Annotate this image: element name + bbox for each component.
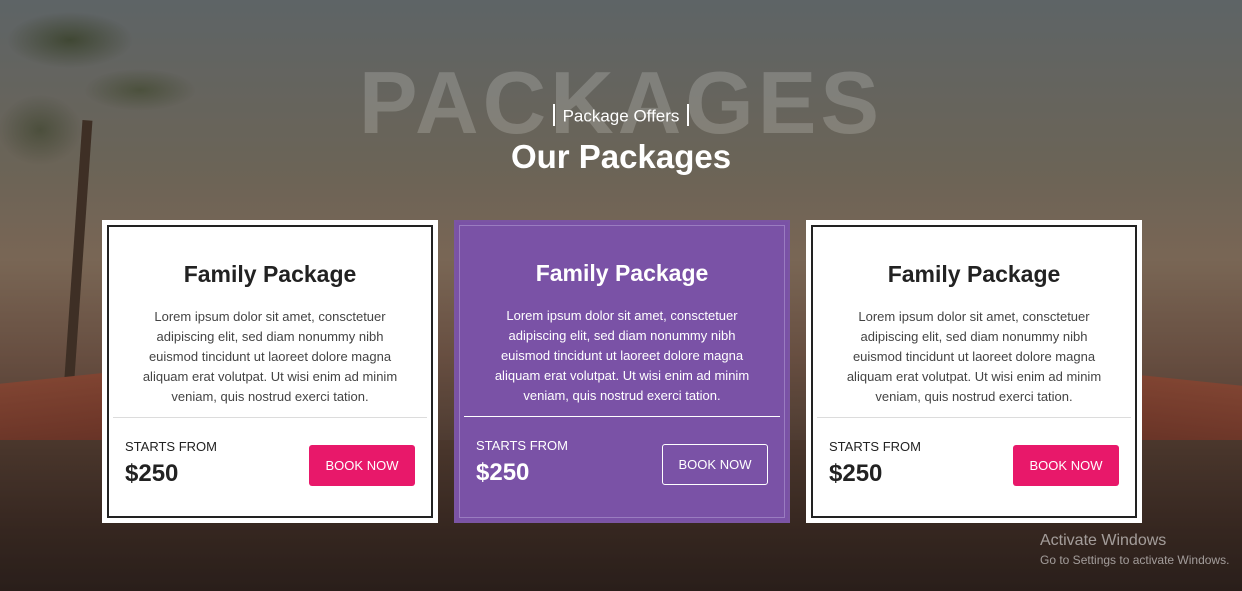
- section-title: Our Packages: [510, 138, 732, 175]
- package-card-inner: Family Package Lorem ipsum dolor sit ame…: [811, 225, 1137, 518]
- package-price: $250: [125, 460, 179, 487]
- activate-windows-watermark: Activate Windows Go to Settings to activ…: [1040, 532, 1229, 567]
- starts-from-label: STARTS FROM: [125, 439, 217, 454]
- package-title: Family Package: [183, 261, 357, 287]
- package-price: $250: [476, 459, 530, 486]
- activate-windows-subtitle: Go to Settings to activate Windows.: [1040, 553, 1230, 567]
- book-now-button[interactable]: BOOK NOW: [662, 444, 768, 485]
- card-divider: [817, 417, 1131, 418]
- card-divider: [113, 417, 427, 418]
- package-card-inner: Family Package Lorem ipsum dolor sit ame…: [459, 225, 785, 518]
- package-card: Family Package Lorem ipsum dolor sit ame…: [102, 220, 438, 523]
- activate-windows-title: Activate Windows: [1040, 532, 1167, 549]
- starts-from-label: STARTS FROM: [476, 438, 568, 453]
- eyebrow-bar-left: [552, 104, 555, 126]
- package-description: Lorem ipsum dolor sit amet, consctetuer …: [142, 309, 398, 404]
- card-divider: [464, 416, 780, 417]
- package-description: Lorem ipsum dolor sit amet, consctetuer …: [846, 309, 1102, 404]
- starts-from-label: STARTS FROM: [829, 439, 921, 454]
- package-card: Family Package Lorem ipsum dolor sit ame…: [806, 220, 1142, 523]
- eyebrow-label: Package Offers: [562, 106, 680, 126]
- package-description: Lorem ipsum dolor sit amet, consctetuer …: [494, 308, 750, 403]
- book-now-button[interactable]: BOOK NOW: [309, 445, 415, 486]
- section-eyebrow: Package Offers: [0, 104, 1242, 128]
- package-card-inner: Family Package Lorem ipsum dolor sit ame…: [107, 225, 433, 518]
- book-now-button[interactable]: BOOK NOW: [1013, 445, 1119, 486]
- eyebrow-bar-right: [687, 104, 690, 126]
- package-title: Family Package: [887, 261, 1061, 287]
- package-title: Family Package: [535, 260, 709, 286]
- package-card-featured: Family Package Lorem ipsum dolor sit ame…: [454, 220, 790, 523]
- package-price: $250: [829, 460, 883, 487]
